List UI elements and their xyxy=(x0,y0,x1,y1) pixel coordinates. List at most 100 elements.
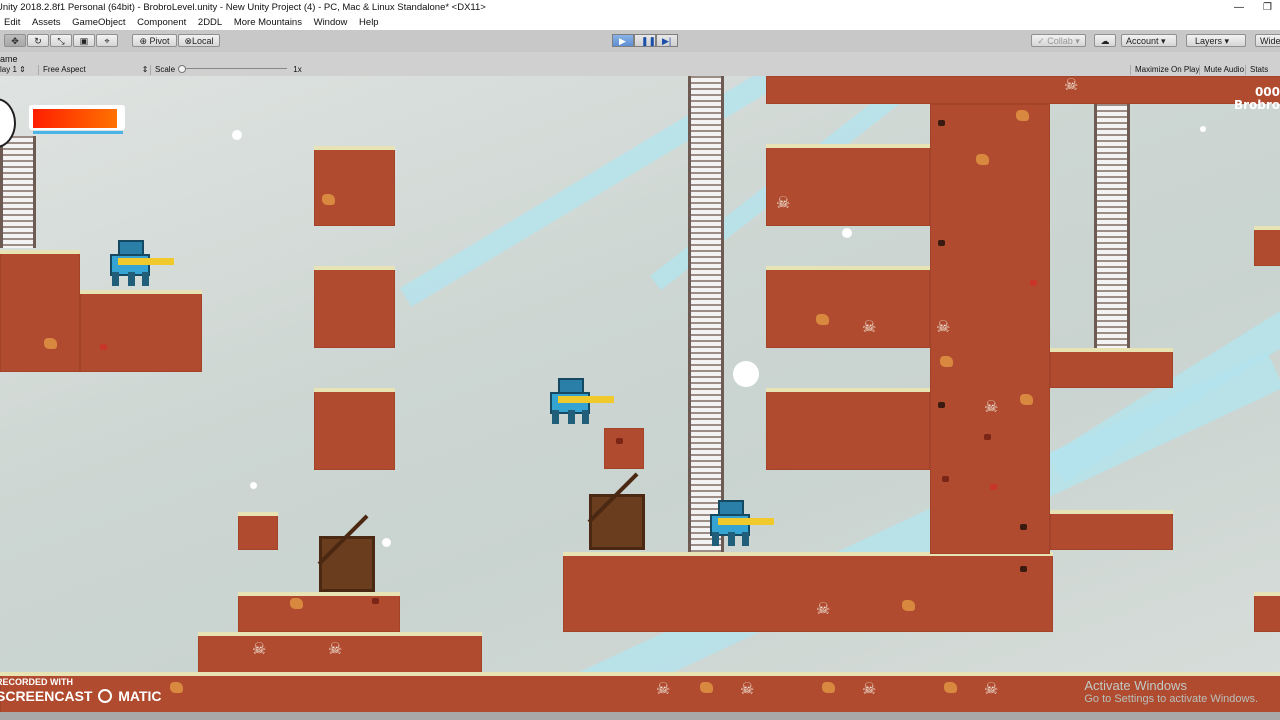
bone-icon: ☠ xyxy=(816,601,831,618)
wooden-crate xyxy=(319,536,375,592)
menu-2ddl[interactable]: 2DDL xyxy=(198,15,222,30)
menu-gameobject[interactable]: GameObject xyxy=(72,15,125,30)
maximize-on-play-toggle[interactable]: Maximize On Play xyxy=(1130,65,1203,75)
collab-button[interactable]: ✓ Collab ▾ xyxy=(1031,34,1086,47)
rock-decoration xyxy=(290,598,303,609)
window-title: Unity 2018.2.8f1 Personal (64bit) - Brob… xyxy=(0,2,486,13)
menu-assets[interactable]: Assets xyxy=(32,15,61,30)
main-toolbar: ✥ ↻ ⤡ ▣ ⌖ ⊕ Pivot ⊗Local ▶ ❚❚ ▶| ✓ Colla… xyxy=(0,30,1280,53)
activate-line1: Activate Windows xyxy=(1084,678,1187,693)
particle xyxy=(382,538,391,547)
brick-decoration xyxy=(1020,524,1027,530)
pause-icon: ❚❚ xyxy=(641,36,657,46)
robot-character xyxy=(100,236,180,292)
bullet-projectile xyxy=(733,361,759,387)
particle xyxy=(842,228,852,238)
ground-block xyxy=(314,146,395,226)
recorder-watermark: RECORDED WITH SCREENCAST MATIC xyxy=(0,676,162,704)
scale-track xyxy=(178,65,288,74)
ground-block xyxy=(766,76,1280,104)
bone-icon: ☠ xyxy=(936,319,951,336)
layers-label: Layers xyxy=(1195,36,1223,46)
account-label: Account xyxy=(1126,36,1159,46)
ore-decoration xyxy=(942,476,949,482)
minimize-button[interactable]: — xyxy=(1234,0,1244,15)
rect-tool-icon[interactable]: ▣ xyxy=(73,34,95,47)
rock-decoration xyxy=(822,682,835,693)
bone-icon: ☠ xyxy=(1064,77,1079,94)
score-display: 000 Brobro xyxy=(1234,86,1280,112)
ore-decoration xyxy=(616,438,623,444)
layers-dropdown[interactable]: Layers ▾ xyxy=(1186,34,1246,47)
local-icon: ⊗ xyxy=(184,36,193,46)
ground-block xyxy=(314,388,395,470)
brick-decoration xyxy=(938,402,945,408)
rock-decoration xyxy=(170,682,183,693)
player-name: Brobro xyxy=(1233,98,1280,112)
pivot-button[interactable]: ⊕ Pivot xyxy=(132,34,177,47)
rock-decoration xyxy=(1020,394,1033,405)
menu-bar: Edit Assets GameObject Component 2DDL Mo… xyxy=(0,15,1280,30)
ground-block xyxy=(1254,592,1280,632)
menu-window[interactable]: Window xyxy=(314,15,348,30)
mushroom-decoration xyxy=(990,484,997,490)
display-dropdown[interactable]: lay 1 ⇕ xyxy=(0,65,30,75)
scale-thumb[interactable] xyxy=(178,65,187,74)
rock-decoration xyxy=(816,314,829,325)
activate-windows-notice: Activate Windows Go to Settings to activ… xyxy=(1084,678,1258,705)
ladder xyxy=(0,136,36,248)
health-bar-fill xyxy=(33,109,117,128)
rock-decoration xyxy=(940,356,953,367)
aspect-label: Free Aspect xyxy=(43,65,86,74)
stats-toggle[interactable]: Stats xyxy=(1245,65,1272,75)
rock-decoration xyxy=(44,338,57,349)
account-dropdown[interactable]: Account ▾ xyxy=(1121,34,1177,47)
rock-decoration xyxy=(700,682,713,693)
pivot-label: Pivot xyxy=(149,36,170,46)
pause-button[interactable]: ❚❚ xyxy=(634,34,656,47)
scale-label: Scale xyxy=(155,65,176,74)
bone-icon: ☠ xyxy=(862,319,877,336)
menu-component[interactable]: Component xyxy=(137,15,186,30)
energy-bar xyxy=(33,131,123,134)
play-button[interactable]: ▶ xyxy=(612,34,634,47)
recorder-line2: SCREENCAST xyxy=(0,688,93,704)
ground-block xyxy=(80,290,202,372)
check-icon: ✓ xyxy=(1037,36,1045,46)
menu-help[interactable]: Help xyxy=(359,15,379,30)
layout-dropdown[interactable]: Wide xyxy=(1255,34,1280,47)
bone-icon: ☠ xyxy=(984,399,999,416)
mute-audio-toggle[interactable]: Mute Audio xyxy=(1199,65,1248,75)
game-tab[interactable]: ame xyxy=(0,54,18,64)
wooden-crate xyxy=(589,494,645,550)
window-title-bar: Unity 2018.2.8f1 Personal (64bit) - Brob… xyxy=(0,0,1280,15)
bone-icon: ☠ xyxy=(776,195,791,212)
menu-more-mountains[interactable]: More Mountains xyxy=(234,15,302,30)
robot-character xyxy=(540,374,620,430)
bone-icon: ☠ xyxy=(740,681,755,698)
game-view-header: ame lay 1 ⇕ Free Aspect ⇕ Scale 1x Maximi… xyxy=(0,52,1280,77)
rock-decoration xyxy=(322,194,335,205)
transform-tool-icon[interactable]: ⌖ xyxy=(96,34,118,47)
pivot-icon: ⊕ xyxy=(139,36,147,46)
rotate-tool-icon[interactable]: ↻ xyxy=(27,34,49,47)
rock-decoration xyxy=(1016,110,1029,121)
local-button[interactable]: ⊗Local xyxy=(178,34,220,47)
menu-edit[interactable]: Edit xyxy=(4,15,20,30)
game-viewport[interactable]: ☠ ☠ ☠ ☠ ☠ ☠ ☠ ☠ ☠ ☠ ☠ ☠ 000 Brobro RECOR… xyxy=(0,76,1280,720)
rock-decoration xyxy=(976,154,989,165)
aspect-dropdown[interactable]: Free Aspect ⇕ xyxy=(38,65,152,75)
scale-tool-icon[interactable]: ⤡ xyxy=(50,34,72,47)
brick-decoration xyxy=(1020,566,1027,572)
scale-slider[interactable]: Scale 1x xyxy=(150,65,306,75)
local-label: Local xyxy=(192,36,214,46)
cloud-icon[interactable]: ☁ xyxy=(1094,34,1116,47)
step-button[interactable]: ▶| xyxy=(656,34,678,47)
ground-block xyxy=(238,512,278,550)
ground-block xyxy=(563,552,1053,632)
collab-label: Collab xyxy=(1047,36,1073,46)
restore-button[interactable]: ❐ xyxy=(1263,0,1272,15)
robot-character xyxy=(700,496,780,552)
ground-block xyxy=(766,266,930,348)
move-tool-icon[interactable]: ✥ xyxy=(4,34,26,47)
